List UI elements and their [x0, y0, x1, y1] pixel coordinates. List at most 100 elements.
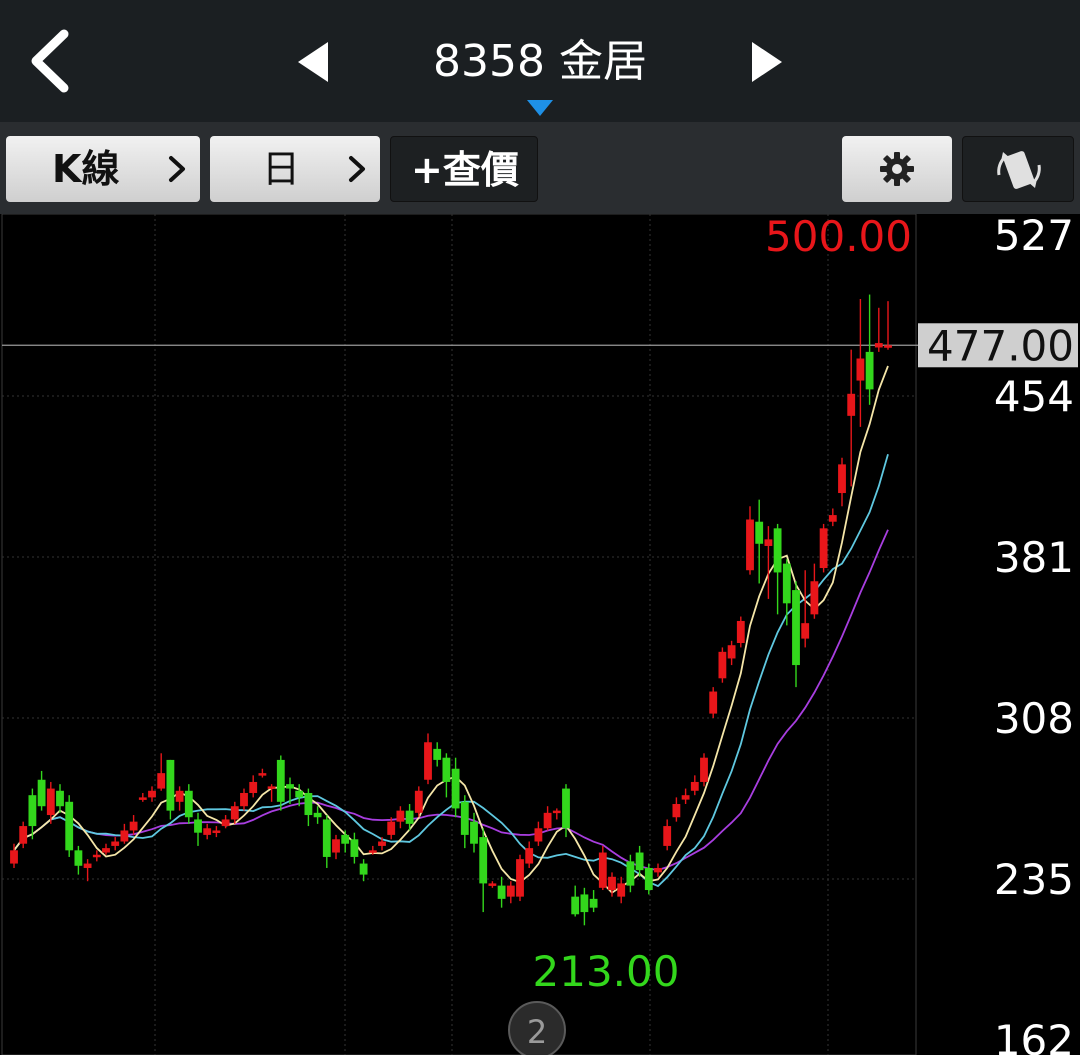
candle-body: [736, 620, 745, 644]
candle-body: [709, 691, 718, 714]
chevron-right-icon: [169, 156, 185, 182]
candle-body: [690, 781, 699, 791]
candle-body: [506, 885, 515, 897]
candle-body: [617, 883, 626, 897]
candle-body: [175, 790, 184, 802]
chart-grid: [1, 214, 917, 1055]
candle-body: [552, 810, 561, 814]
candle-body: [10, 850, 18, 864]
candle-body: [276, 759, 285, 802]
candle-body: [516, 859, 524, 897]
candle-body: [838, 464, 846, 494]
kline-label: K線: [52, 147, 120, 191]
settings-button[interactable]: [842, 136, 952, 202]
back-arrow-icon[interactable]: [22, 26, 82, 96]
candle-body: [856, 358, 865, 381]
candle-body: [368, 850, 377, 853]
candlestick-chart[interactable]: 527 454 381 308 235 162 477.00 500.00 213.00 2: [0, 214, 1080, 1055]
ma10-line: [13, 453, 889, 888]
candle-body: [782, 563, 791, 604]
candle-body: [37, 779, 46, 807]
candle-body: [221, 819, 230, 827]
kline-type-button[interactable]: K線: [6, 136, 200, 202]
candle-body: [442, 757, 451, 782]
candle-body: [571, 896, 580, 915]
candle-body: [681, 795, 690, 800]
candle-body: [240, 792, 248, 807]
candle-body: [718, 651, 727, 679]
next-stock-icon[interactable]: [746, 38, 786, 86]
current-price-label: 477.00: [927, 321, 1074, 370]
candle-body: [626, 861, 635, 886]
title-dropdown-caret-icon[interactable]: [527, 100, 553, 116]
candle-body: [203, 828, 212, 835]
high-price-label: 500.00: [765, 214, 912, 261]
candle-body: [497, 885, 506, 899]
candle-body: [828, 515, 837, 522]
candle-body: [359, 863, 368, 875]
period-label: 日: [262, 147, 301, 191]
candle-body: [488, 883, 497, 886]
candle-body: [700, 757, 708, 782]
candle-body: [212, 830, 221, 833]
candle-body: [56, 790, 64, 807]
candle-body: [792, 590, 800, 666]
candle-body: [258, 773, 267, 776]
candle-body: [28, 795, 37, 827]
candle-body: [138, 797, 147, 800]
candle-body: [111, 841, 120, 846]
candle-body: [727, 645, 736, 659]
page-indicator[interactable]: 2: [508, 1001, 566, 1055]
candle-body: [166, 759, 175, 811]
candle-body: [129, 821, 138, 831]
candle-body: [608, 876, 616, 891]
candle-body: [102, 848, 110, 853]
candle-body: [405, 810, 414, 824]
candle-body: [83, 863, 92, 868]
candle-body: [884, 345, 892, 348]
candle-body: [120, 830, 129, 842]
chart-toolbar: K線 日 +查價: [0, 122, 1080, 214]
candle-body: [589, 898, 598, 908]
rotate-screen-icon: [997, 151, 1041, 189]
stock-title[interactable]: 8358 金居: [380, 32, 700, 92]
candle-body: [865, 351, 874, 390]
candle-body: [460, 801, 469, 835]
candle-body: [847, 393, 856, 416]
candle-body: [451, 768, 460, 809]
candle-body: [332, 839, 340, 853]
candle-body: [433, 748, 442, 760]
y-tick-label: 235: [994, 855, 1074, 904]
candle-body: [74, 850, 83, 866]
candle-body: [479, 837, 488, 884]
candle-body: [378, 841, 386, 846]
y-tick-label: 308: [994, 694, 1074, 743]
candle-body: [148, 790, 156, 798]
top-nav-bar: 8358 金居: [0, 0, 1080, 122]
period-button[interactable]: 日: [210, 136, 380, 202]
candle-body: [65, 801, 74, 851]
y-tick-label: 527: [994, 214, 1074, 260]
candle-body: [635, 852, 644, 871]
rotate-screen-button[interactable]: [962, 136, 1074, 202]
candle-body: [350, 839, 359, 857]
candle-body: [424, 742, 432, 780]
candle-body: [387, 821, 396, 835]
candle-body: [267, 786, 276, 789]
query-price-button[interactable]: +查價: [390, 136, 538, 202]
candle-body: [341, 834, 350, 844]
candle-body: [249, 781, 258, 793]
y-tick-label: 162: [994, 1016, 1074, 1055]
candle-body: [654, 867, 662, 873]
ma20-line: [13, 529, 889, 871]
candle-body: [322, 819, 331, 857]
candle-body: [746, 519, 754, 571]
candle-body: [295, 790, 304, 798]
candle-body: [396, 810, 405, 822]
candle-body: [672, 804, 681, 818]
candle-body: [764, 539, 773, 546]
candle-body: [801, 623, 810, 639]
previous-stock-icon[interactable]: [294, 38, 334, 86]
candle-body: [562, 788, 570, 829]
candle-body: [92, 854, 101, 858]
